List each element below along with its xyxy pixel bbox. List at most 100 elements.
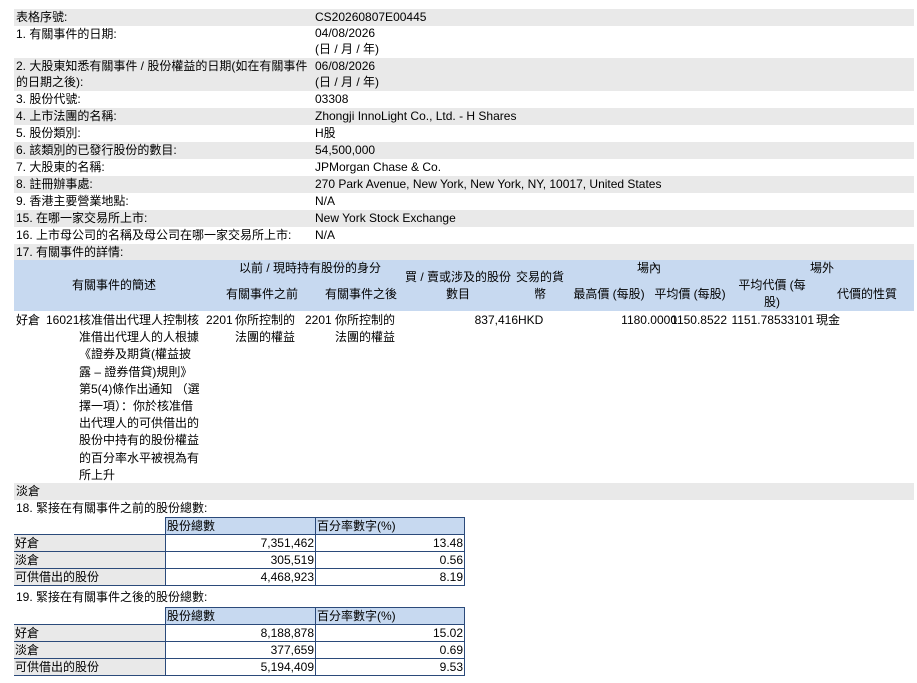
header-avg-consideration: 平均代價 (每股) [738, 278, 806, 309]
table-header-row: 股份總數 百分率數字(%) [14, 607, 465, 625]
event-high-price: 1180.0000 [621, 313, 677, 327]
sec19-title-row: 19. 緊接在有關事件之後的股份總數: [14, 589, 914, 606]
event-before-capacity: 你所控制的法團的權益 [235, 313, 296, 345]
field-label: 9. 香港主要營業地點: [16, 194, 129, 208]
row-pct: 8.19 [315, 568, 465, 586]
table-row: 淡倉 305,519 0.56 [14, 551, 465, 569]
row-label: 淡倉 [14, 551, 166, 569]
event-avg-price: 1150.8522 [671, 313, 727, 327]
field-label: 15. 在哪一家交易所上市: [16, 211, 148, 225]
field-parent-company: 16. 上市母公司的名稱及母公司在哪一家交易所上市: N/A [14, 227, 914, 244]
sec19-table: 股份總數 百分率數字(%) 好倉 8,188,878 15.02 淡倉 377,… [14, 607, 465, 676]
event-nature: 現金 [816, 313, 841, 327]
header-shares-involved: 買 / 賣或涉及的股份數目 [404, 270, 511, 301]
field-label: 16. 上市母公司的名稱及母公司在哪一家交易所上市: [16, 228, 292, 242]
sec19-title: 19. 緊接在有關事件之後的股份總數: [16, 590, 208, 604]
table-row: 好倉 7,351,462 13.48 [14, 534, 465, 552]
event-currency: HKD [518, 313, 544, 327]
event-code: 16021 [46, 313, 80, 327]
sec18-table: 股份總數 百分率數字(%) 好倉 7,351,462 13.48 淡倉 305,… [14, 517, 465, 586]
field-value: 270 Park Avenue, New York, New York, NY,… [315, 177, 662, 191]
field-value: N/A [315, 228, 336, 242]
field-issued-shares: 6. 該類別的已發行股份的數目: 54,500,000 [14, 142, 914, 159]
row-label: 可供借出的股份 [14, 568, 166, 586]
table-row: 可供借出的股份 5,194,409 9.53 [14, 658, 465, 676]
row-shares: 5,194,409 [165, 658, 316, 676]
field-value: 04/08/2026 (日 / 月 / 年) [315, 26, 379, 57]
sec18-col-shares: 股份總數 [165, 517, 316, 535]
event-offex-avg: 1151.78533101 [731, 313, 814, 327]
row-pct: 9.53 [315, 658, 465, 676]
row-pct: 15.02 [315, 624, 465, 642]
field-value: 03308 [315, 92, 349, 106]
sec18-title-row: 18. 緊接在有關事件之前的股份總數: [14, 500, 914, 516]
field-value: CS20260807E00445 [315, 10, 427, 24]
field-label: 5. 股份類別: [16, 126, 81, 140]
row-label: 淡倉 [14, 641, 166, 659]
field-value: Zhongji InnoLight Co., Ltd. - H Shares [315, 109, 517, 123]
field-event-date: 1. 有關事件的日期: 04/08/2026 (日 / 月 / 年) [14, 26, 914, 58]
table-row: 淡倉 377,659 0.69 [14, 641, 465, 659]
field-value: H股 [315, 126, 336, 140]
field-label: 4. 上市法團的名稱: [16, 109, 117, 123]
field-share-class: 5. 股份類別: H股 [14, 125, 914, 142]
date-value: 06/08/2026 [315, 59, 376, 73]
table-header-row: 股份總數 百分率數字(%) [14, 517, 465, 535]
header-after: 有關事件之後 [324, 287, 397, 301]
sec18-title: 18. 緊接在有關事件之前的股份總數: [16, 501, 208, 515]
field-shareholder-name: 7. 大股東的名稱: JPMorgan Chase & Co. [14, 159, 914, 176]
header-high-price: 最高價 (每股) [573, 287, 645, 301]
row-shares: 377,659 [165, 641, 316, 659]
row-shares: 305,519 [165, 551, 316, 569]
header-off-exchange: 場外 [809, 261, 834, 275]
header-before: 有關事件之前 [225, 287, 298, 301]
field-hk-office: 9. 香港主要營業地點: N/A [14, 193, 914, 210]
header-capacity-group: 以前 / 現時持有股份的身分 [238, 261, 381, 275]
field-knowledge-date: 2. 大股東知悉有關事件 / 股份權益的日期(如在有關事件 的日期之後): 06… [14, 58, 914, 91]
field-exchange: 15. 在哪一家交易所上市: New York Stock Exchange [14, 210, 914, 227]
row-label: 好倉 [14, 534, 166, 552]
field-value: 54,500,000 [315, 143, 376, 157]
event-position: 好倉 [16, 313, 41, 327]
short-position-label: 淡倉 [16, 484, 41, 498]
event-table-header: 有關事件的簡述 以前 / 現時持有股份的身分 有關事件之前 有關事件之後 買 /… [14, 260, 914, 311]
row-shares: 4,468,923 [165, 568, 316, 586]
row-pct: 0.56 [315, 551, 465, 569]
row-shares: 7,351,462 [165, 534, 316, 552]
field-value: JPMorgan Chase & Co. [315, 160, 442, 174]
field-label: 17. 有關事件的詳情: [16, 245, 124, 259]
field-registered-office: 8. 註冊辦事處: 270 Park Avenue, New York, New… [14, 176, 914, 193]
table-row: 好倉 8,188,878 15.02 [14, 624, 465, 642]
event-before-code: 2201 [206, 313, 233, 327]
field-label: 3. 股份代號: [16, 92, 81, 106]
field-issuer-name: 4. 上市法團的名稱: Zhongji InnoLight Co., Ltd. … [14, 108, 914, 125]
field-label: 8. 註冊辦事處: [16, 177, 93, 191]
event-after-capacity: 你所控制的法團的權益 [335, 313, 396, 345]
table-row: 可供借出的股份 4,468,923 8.19 [14, 568, 465, 586]
field-stock-code: 3. 股份代號: 03308 [14, 91, 914, 108]
event-after-code: 2201 [305, 313, 332, 327]
event-description: 核准借出代理人控制核准借出代理人的人根據《證券及期貨(權益披露 – 證券借貸)規… [79, 313, 200, 482]
date-format: (日 / 月 / 年) [315, 41, 379, 56]
short-position-row: 淡倉 [14, 483, 914, 500]
date-format: (日 / 月 / 年) [315, 75, 379, 89]
event-shares: 837,416 [474, 313, 518, 327]
field-value: 06/08/2026 (日 / 月 / 年) [315, 58, 379, 90]
field-label: 6. 該類別的已發行股份的數目: [16, 143, 177, 157]
field-value: N/A [315, 194, 336, 208]
header-nature: 代價的性質 [836, 287, 897, 301]
field-label: 表格序號: [16, 10, 68, 24]
header-currency: 交易的貨幣 [515, 270, 564, 301]
header-brief: 有關事件的簡述 [71, 278, 156, 292]
row-shares: 8,188,878 [165, 624, 316, 642]
field-event-details: 17. 有關事件的詳情: [14, 244, 914, 260]
row-pct: 0.69 [315, 641, 465, 659]
row-label: 可供借出的股份 [14, 658, 166, 676]
sec18-col-pct: 百分率數字(%) [315, 517, 465, 535]
field-label: 2. 大股東知悉有關事件 / 股份權益的日期(如在有關事件 的日期之後): [16, 59, 308, 89]
date-value: 04/08/2026 [315, 26, 376, 40]
field-form-serial: 表格序號: CS20260807E00445 [14, 9, 914, 26]
row-label: 好倉 [14, 624, 166, 642]
header-avg-price: 平均價 (每股) [654, 287, 726, 301]
sec19-col-pct: 百分率數字(%) [315, 607, 465, 625]
